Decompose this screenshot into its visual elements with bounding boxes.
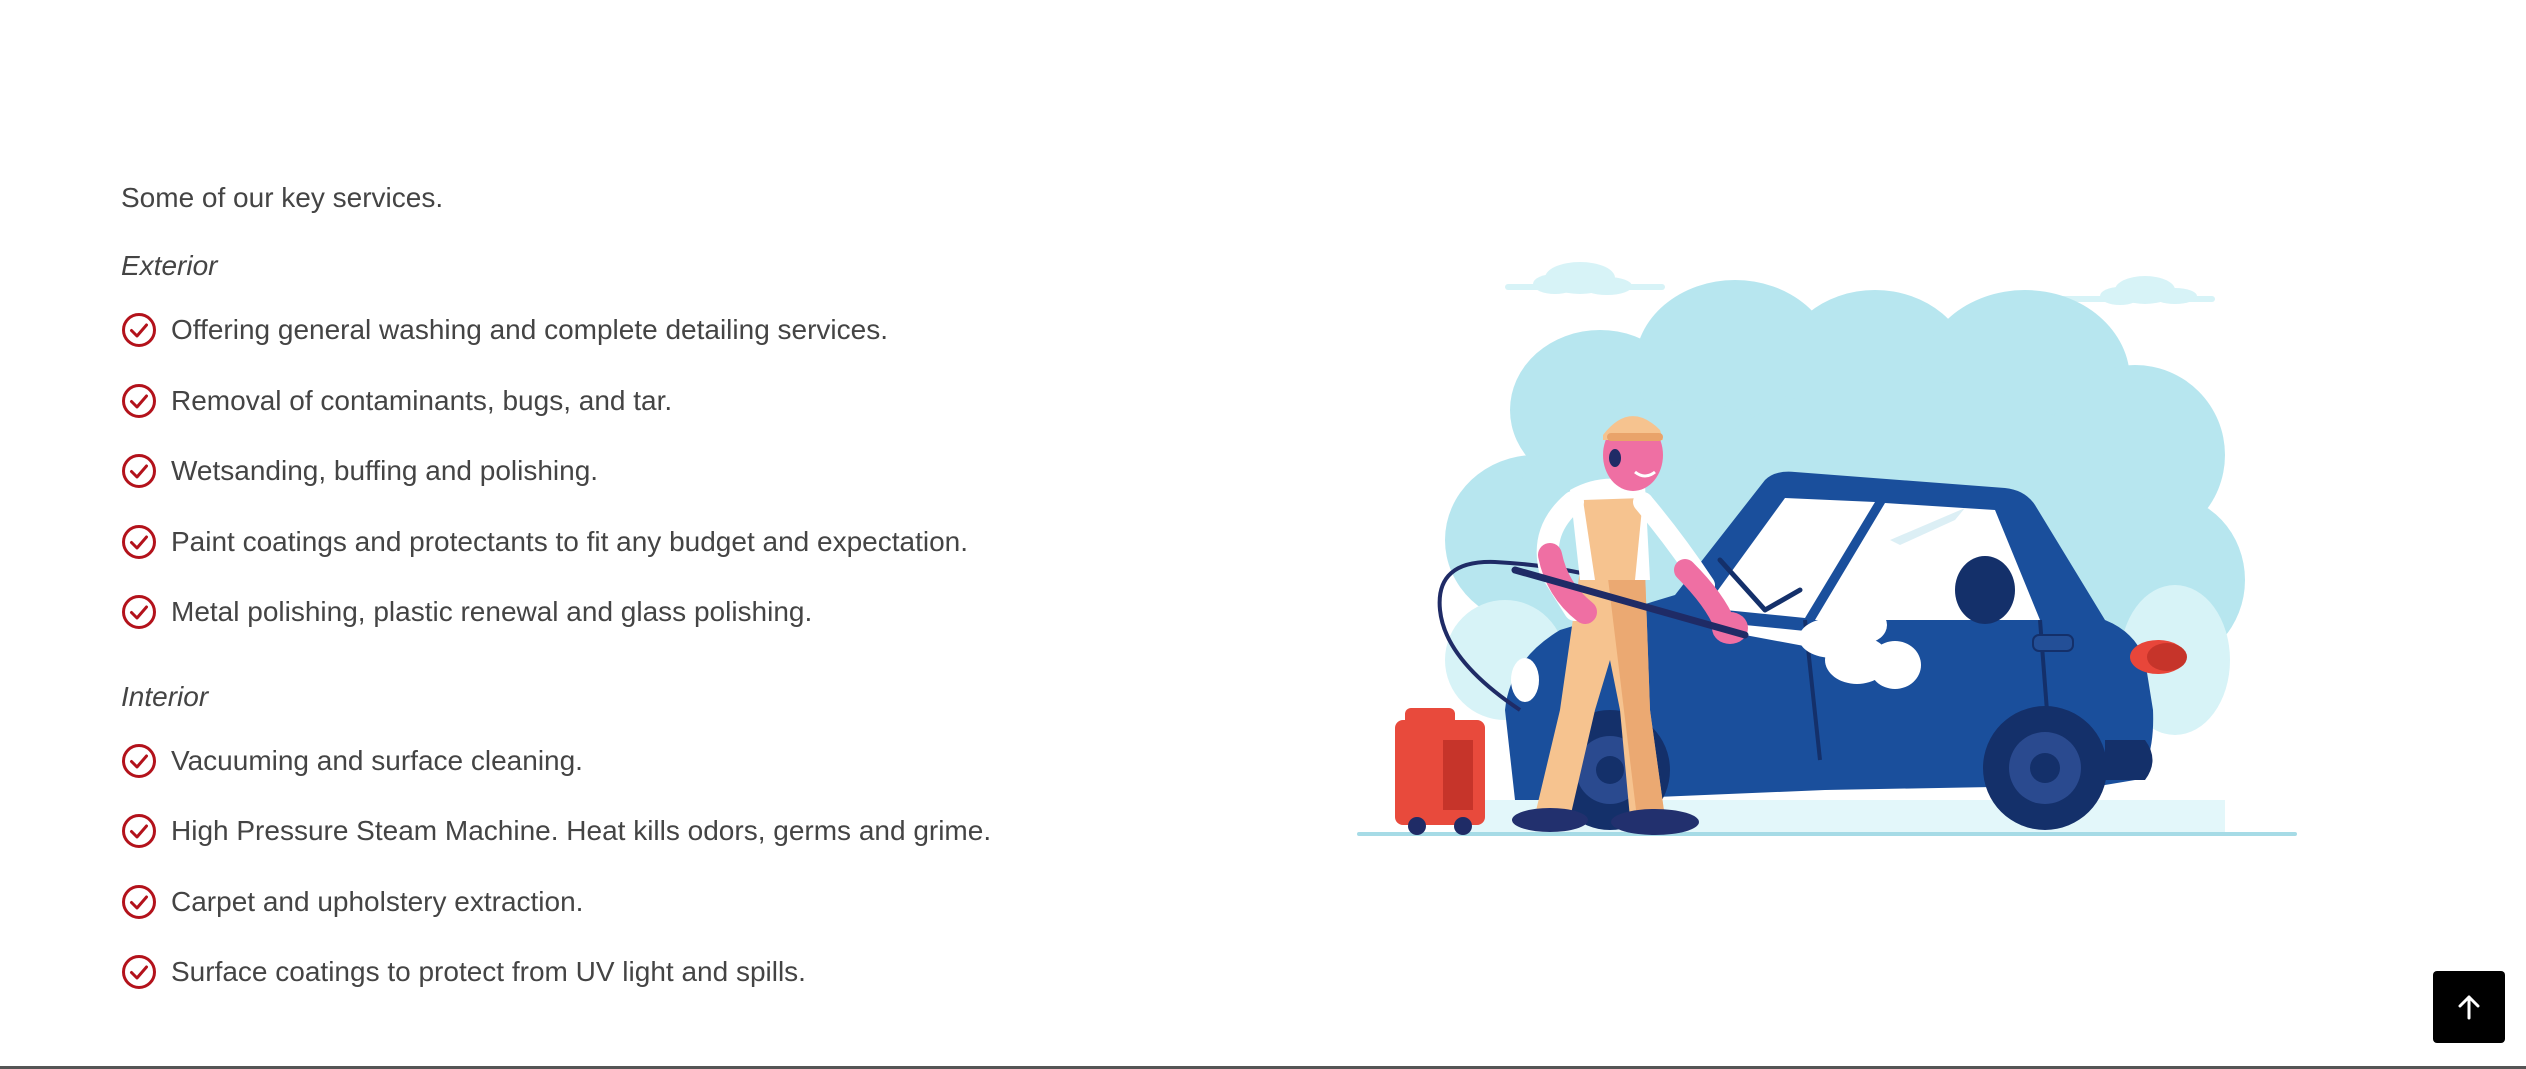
interior-list: Vacuuming and surface cleaning. High Pre… xyxy=(121,741,1121,993)
check-circle-icon xyxy=(122,743,156,778)
small-cloud xyxy=(1505,262,1665,295)
list-item: Surface coatings to protect from UV ligh… xyxy=(121,952,1121,992)
list-item-text: Paint coatings and protectants to fit an… xyxy=(171,525,968,557)
list-item: Vacuuming and surface cleaning. xyxy=(121,741,1121,781)
list-item-text: Wetsanding, buffing and polishing. xyxy=(171,455,599,486)
list-item-text: Vacuuming and surface cleaning. xyxy=(171,744,583,776)
list-item-text: Metal polishing, plastic renewal and gla… xyxy=(171,596,813,627)
interior-heading: Interior xyxy=(121,680,209,712)
car-wash-illustration xyxy=(1357,262,2297,836)
list-item: Carpet and upholstery extraction. xyxy=(121,882,1121,922)
arrow-up-icon xyxy=(2458,995,2480,1020)
list-item: Metal polishing, plastic renewal and gla… xyxy=(121,592,1121,632)
check-circle-icon xyxy=(122,814,156,848)
list-item-text: Offering general washing and complete de… xyxy=(171,314,889,345)
check-circle-icon xyxy=(122,454,156,488)
services-content: Some of our key services. Exterior Offer… xyxy=(121,178,1121,1023)
check-circle-icon xyxy=(122,524,156,559)
exterior-list: Offering general washing and complete de… xyxy=(121,310,1121,632)
check-circle-icon xyxy=(122,313,156,347)
list-item-text: Carpet and upholstery extraction. xyxy=(171,885,584,917)
list-item-text: Surface coatings to protect from UV ligh… xyxy=(171,956,806,987)
list-item: Wetsanding, buffing and polishing. xyxy=(121,451,1121,491)
check-circle-icon xyxy=(122,383,156,418)
scroll-to-top-button[interactable] xyxy=(2433,971,2505,1043)
list-item: High Pressure Steam Machine. Heat kills … xyxy=(121,811,1121,851)
exterior-heading: Exterior xyxy=(121,250,218,281)
list-item: Offering general washing and complete de… xyxy=(121,310,1121,350)
check-circle-icon xyxy=(122,595,156,629)
check-circle-icon xyxy=(122,955,156,989)
page: Some of our key services. Exterior Offer… xyxy=(0,0,2526,1069)
list-item-text: High Pressure Steam Machine. Heat kills … xyxy=(171,815,992,846)
check-circle-icon xyxy=(122,884,156,919)
services-intro: Some of our key services. xyxy=(121,182,444,213)
ground-line xyxy=(1357,832,2297,836)
list-item-text: Removal of contaminants, bugs, and tar. xyxy=(171,384,673,416)
list-item: Removal of contaminants, bugs, and tar. xyxy=(121,381,1121,421)
pressure-washer xyxy=(1395,708,1485,835)
list-item: Paint coatings and protectants to fit an… xyxy=(121,522,1121,562)
